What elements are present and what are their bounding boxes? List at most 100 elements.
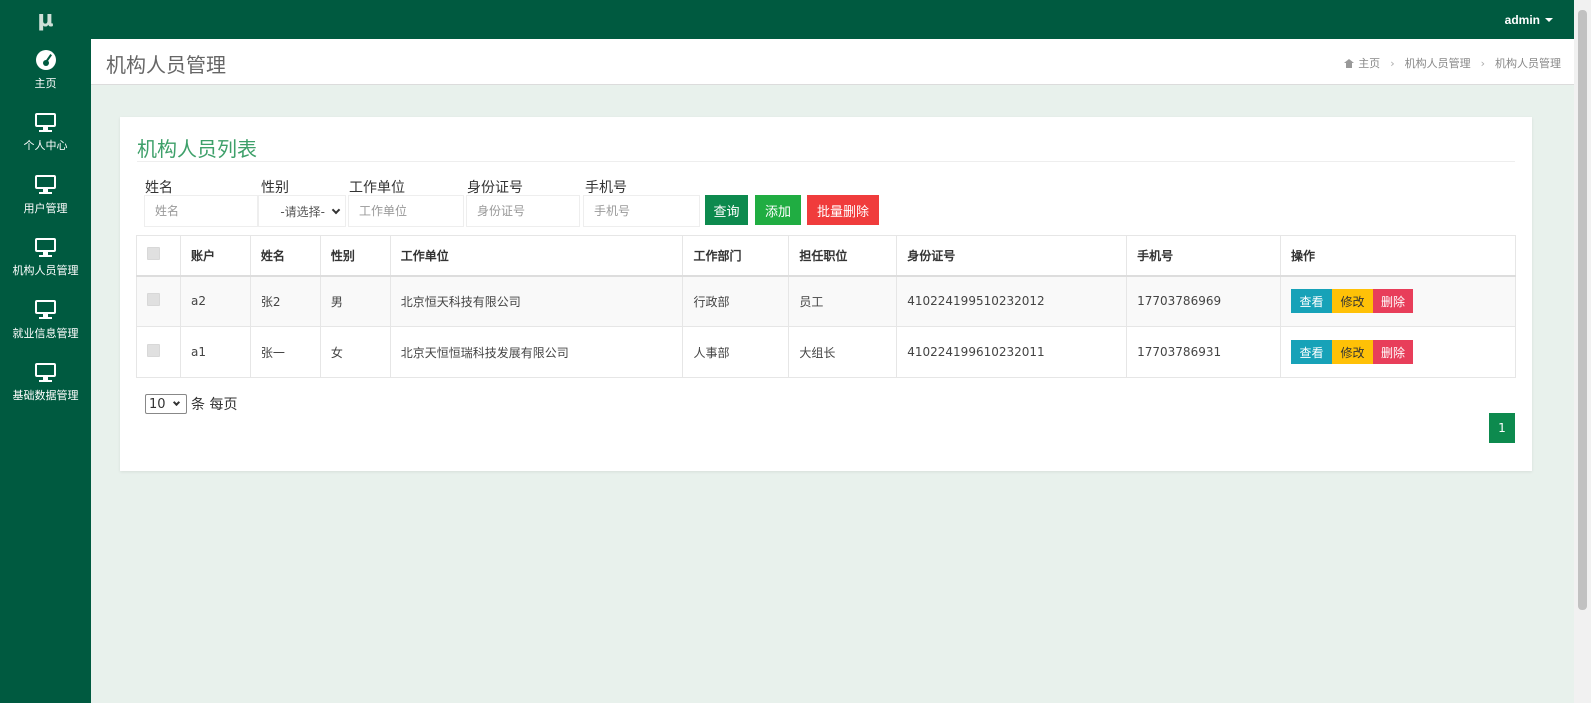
row-checkbox[interactable] xyxy=(147,293,160,307)
sidebar-item-basic-data-management[interactable]: 基础数据管理 xyxy=(0,352,91,415)
sidebar-item-staff-management[interactable]: 机构人员管理 xyxy=(0,227,91,290)
column-header-company[interactable]: 工作单位 xyxy=(389,235,684,277)
column-header-name[interactable]: 姓名 xyxy=(249,235,321,277)
edit-button[interactable]: 修改 xyxy=(1332,289,1374,314)
chevron-down-icon xyxy=(331,205,341,214)
sidebar-item-label: 机构人员管理 xyxy=(12,264,79,278)
sidebar-item-label: 用户管理 xyxy=(23,201,68,215)
breadcrumb-home[interactable]: 主页 xyxy=(1358,55,1380,71)
row-select-cell xyxy=(136,275,181,327)
cell-actions: 查看 修改 删除 xyxy=(1280,275,1516,327)
delete-button[interactable]: 删除 xyxy=(1373,340,1414,364)
column-header-phone[interactable]: 手机号 xyxy=(1126,235,1282,277)
sidebar-item-home[interactable]: 主页 xyxy=(0,39,91,102)
user-name: admin xyxy=(1504,12,1540,27)
sidebar-item-user-management[interactable]: 用户管理 xyxy=(0,164,91,227)
view-button[interactable]: 查看 xyxy=(1291,340,1333,364)
home-icon xyxy=(1344,58,1355,68)
cell-position: 大组长 xyxy=(788,326,898,378)
batch-delete-button[interactable]: 批量删除 xyxy=(807,195,879,225)
breadcrumb-current: 机构人员管理 xyxy=(1495,57,1561,70)
add-button[interactable]: 添加 xyxy=(755,195,801,225)
edit-button[interactable]: 修改 xyxy=(1332,340,1374,364)
cell-position: 员工 xyxy=(788,275,898,327)
caret-down-icon xyxy=(1545,17,1553,22)
monitor-icon xyxy=(35,112,56,132)
idcard-filter-label: 身份证号 xyxy=(467,180,523,196)
chevron-right-icon: › xyxy=(1390,56,1395,70)
divider xyxy=(137,161,1515,162)
table-row: a2 张2 男 北京恒天科技有限公司 行政部 员工 41022419951023… xyxy=(136,275,1516,327)
staff-table: 账户 姓名 性别 工作单位 工作部门 担任职位 身份证号 手机号 操作 a2 张… xyxy=(136,235,1516,378)
pagination-page-1[interactable]: 1 xyxy=(1489,413,1515,443)
sidebar-item-personal-center[interactable]: 个人中心 xyxy=(0,102,91,165)
page-scrollbar[interactable] xyxy=(1574,0,1591,703)
cell-gender: 男 xyxy=(319,275,391,327)
sidebar-item-label: 就业信息管理 xyxy=(12,326,79,340)
monitor-icon xyxy=(35,175,56,195)
scrollbar-thumb[interactable] xyxy=(1578,10,1587,610)
page-header: 机构人员管理 主页 › 机构人员管理 › 机构人员管理 xyxy=(91,39,1574,85)
column-header-position[interactable]: 担任职位 xyxy=(788,235,898,277)
cell-company: 北京恒天科技有限公司 xyxy=(389,275,684,327)
panel-title: 机构人员列表 xyxy=(137,137,257,161)
gender-filter-label: 性别 xyxy=(261,180,289,196)
sidebar-item-label: 个人中心 xyxy=(23,139,68,153)
chevron-down-icon xyxy=(172,398,180,407)
idcard-filter-input[interactable] xyxy=(466,195,580,227)
page-size-suffix: 条 每页 xyxy=(191,397,238,413)
table-row: a1 张一 女 北京天恒恒瑞科技发展有限公司 人事部 大组长 410224199… xyxy=(136,326,1516,378)
select-all-checkbox[interactable] xyxy=(147,247,160,261)
sidebar-item-label: 主页 xyxy=(34,76,57,90)
row-select-cell xyxy=(136,326,181,378)
page-size-control: 10 条 每页 xyxy=(145,394,237,414)
top-navbar: μ admin xyxy=(0,0,1591,39)
column-header-actions: 操作 xyxy=(1280,235,1516,277)
cell-actions: 查看 修改 删除 xyxy=(1280,326,1516,378)
sidebar-item-label: 基础数据管理 xyxy=(12,389,79,403)
gender-select-value: -请选择- xyxy=(280,204,325,219)
select-all-cell xyxy=(136,235,181,277)
phone-filter-label: 手机号 xyxy=(585,180,627,196)
user-dropdown[interactable]: admin xyxy=(1505,0,1553,39)
dashboard-icon xyxy=(35,49,56,70)
page-title: 机构人员管理 xyxy=(106,53,226,77)
phone-filter-input[interactable] xyxy=(583,195,700,227)
app-logo[interactable]: μ xyxy=(0,0,91,39)
cell-phone: 17703786931 xyxy=(1126,326,1282,378)
cell-gender: 女 xyxy=(319,326,391,378)
cell-account: a1 xyxy=(179,326,251,378)
cell-company: 北京天恒恒瑞科技发展有限公司 xyxy=(389,326,684,378)
delete-button[interactable]: 删除 xyxy=(1373,289,1414,314)
query-button[interactable]: 查询 xyxy=(705,195,748,225)
column-header-department[interactable]: 工作部门 xyxy=(682,235,790,277)
cell-department: 人事部 xyxy=(682,326,790,378)
view-button[interactable]: 查看 xyxy=(1291,289,1333,314)
monitor-icon xyxy=(35,237,56,257)
sidebar: 主页 个人中心 用户管理 机构人员管理 就业信息管理 基础数据管理 xyxy=(0,39,91,703)
page-size-value: 10 xyxy=(149,396,166,412)
column-header-account[interactable]: 账户 xyxy=(179,235,251,277)
cell-idcard: 410224199510232012 xyxy=(896,275,1128,327)
cell-department: 行政部 xyxy=(682,275,790,327)
page-size-select[interactable]: 10 xyxy=(145,394,187,414)
cell-name: 张2 xyxy=(249,275,321,327)
cell-account: a2 xyxy=(179,275,251,327)
cell-phone: 17703786969 xyxy=(1126,275,1282,327)
column-header-gender[interactable]: 性别 xyxy=(319,235,391,277)
name-filter-label: 姓名 xyxy=(145,180,173,196)
table-header-row: 账户 姓名 性别 工作单位 工作部门 担任职位 身份证号 手机号 操作 xyxy=(136,235,1516,277)
column-header-idcard[interactable]: 身份证号 xyxy=(896,235,1128,277)
breadcrumb-staff-management[interactable]: 机构人员管理 xyxy=(1405,55,1471,71)
staff-list-panel: 机构人员列表 姓名 性别 -请选择- 工作单位 身份证号 手机号 查询 添加 批… xyxy=(120,117,1532,471)
cell-name: 张一 xyxy=(249,326,321,378)
name-filter-input[interactable] xyxy=(144,195,258,227)
monitor-icon xyxy=(35,300,56,320)
sidebar-item-employment-management[interactable]: 就业信息管理 xyxy=(0,289,91,352)
monitor-icon xyxy=(35,362,56,382)
cell-idcard: 410224199610232011 xyxy=(896,326,1128,378)
company-filter-input[interactable] xyxy=(348,195,464,227)
breadcrumb: 主页 › 机构人员管理 › 机构人员管理 xyxy=(1344,55,1561,71)
row-checkbox[interactable] xyxy=(147,344,160,357)
gender-filter-select[interactable]: -请选择- xyxy=(258,195,346,227)
